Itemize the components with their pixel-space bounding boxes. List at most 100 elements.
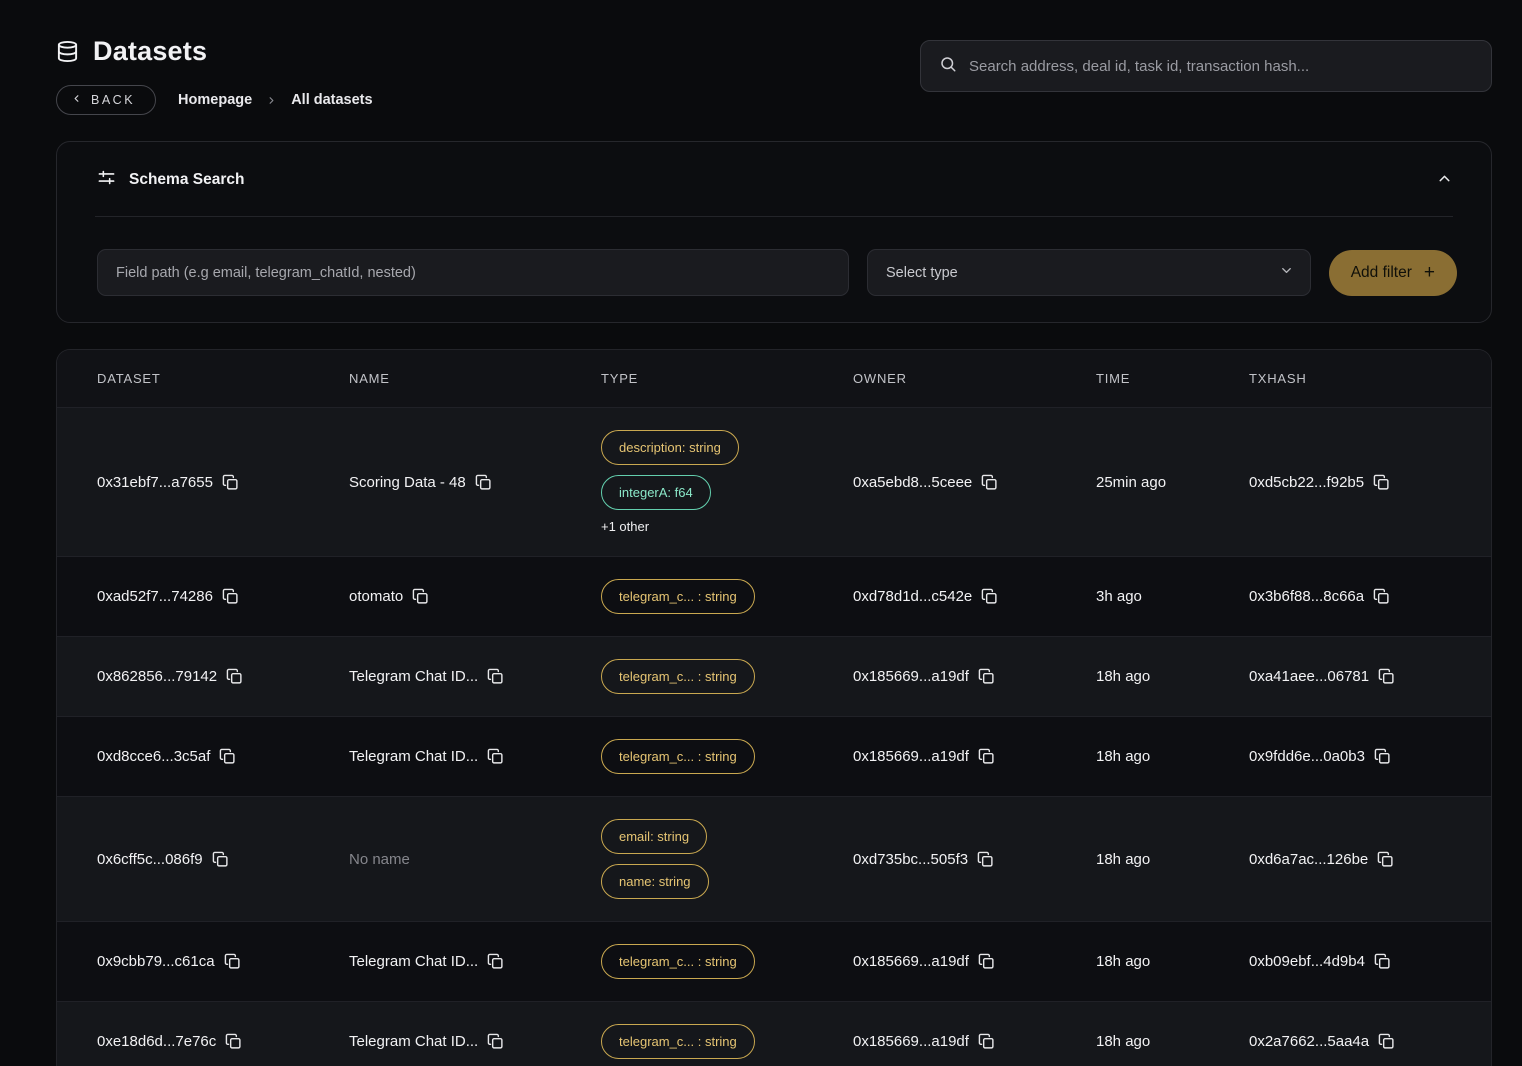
copy-icon (487, 668, 504, 685)
dataset-copy-button[interactable] (225, 1033, 242, 1050)
column-header-name: NAME (349, 350, 601, 407)
copy-icon (1374, 748, 1391, 765)
chevron-up-icon (1436, 170, 1453, 190)
type-select[interactable]: Select type (867, 249, 1311, 296)
dataset-copy-button[interactable] (224, 953, 241, 970)
owner-address: 0x185669...a19df (853, 953, 969, 970)
schema-search-title: Schema Search (129, 171, 244, 189)
copy-icon (487, 748, 504, 765)
breadcrumb: Homepage All datasets (178, 92, 373, 108)
copy-icon (981, 474, 998, 491)
name-copy-button[interactable] (487, 1033, 504, 1050)
type-badges: description: stringintegerA: f64+1 other (601, 430, 739, 534)
copy-icon (224, 953, 241, 970)
type-select-value: Select type (886, 265, 958, 281)
table-body: 0x31ebf7...a7655 Scoring Data - 48 descr… (57, 407, 1491, 1066)
dataset-copy-button[interactable] (226, 668, 243, 685)
type-badges: email: stringname: string (601, 819, 709, 899)
copy-icon (1373, 474, 1390, 491)
type-badges: telegram_c... : string (601, 944, 755, 979)
search-input[interactable] (969, 58, 1473, 75)
txhash-copy-button[interactable] (1378, 668, 1395, 685)
table-row[interactable]: 0xd8cce6...3c5af Telegram Chat ID... tel… (57, 716, 1491, 796)
time-value: 18h ago (1096, 851, 1150, 868)
owner-copy-button[interactable] (978, 953, 995, 970)
table-header-row: DATASET NAME TYPE OWNER TIME TXHASH (57, 350, 1491, 407)
breadcrumb-item-all-datasets[interactable]: All datasets (291, 92, 372, 108)
table-row[interactable]: 0x6cff5c...086f9 No name email: stringna… (57, 796, 1491, 921)
name-copy-button[interactable] (475, 474, 492, 491)
database-icon (56, 40, 79, 63)
txhash-copy-button[interactable] (1374, 748, 1391, 765)
dataset-name: Telegram Chat ID... (349, 1033, 478, 1050)
global-search[interactable] (920, 40, 1492, 92)
type-badges: telegram_c... : string (601, 579, 755, 614)
copy-icon (978, 668, 995, 685)
copy-icon (978, 1033, 995, 1050)
txhash-copy-button[interactable] (1378, 1033, 1395, 1050)
copy-icon (1377, 851, 1394, 868)
breadcrumb-item-homepage[interactable]: Homepage (178, 92, 252, 108)
name-copy-button[interactable] (487, 748, 504, 765)
dataset-copy-button[interactable] (222, 588, 239, 605)
name-copy-button[interactable] (412, 588, 429, 605)
dataset-name: Scoring Data - 48 (349, 474, 466, 491)
owner-copy-button[interactable] (978, 668, 995, 685)
name-copy-button[interactable] (487, 668, 504, 685)
owner-copy-button[interactable] (978, 748, 995, 765)
dataset-address: 0x862856...79142 (97, 668, 217, 685)
txhash-value: 0x2a7662...5aa4a (1249, 1033, 1369, 1050)
txhash-copy-button[interactable] (1373, 474, 1390, 491)
dataset-address: 0x31ebf7...a7655 (97, 474, 213, 491)
owner-address: 0xd78d1d...c542e (853, 588, 972, 605)
copy-icon (977, 851, 994, 868)
dataset-address: 0xad52f7...74286 (97, 588, 213, 605)
copy-icon (226, 668, 243, 685)
dataset-copy-button[interactable] (222, 474, 239, 491)
copy-icon (222, 474, 239, 491)
collapse-panel-button[interactable] (1432, 166, 1457, 194)
owner-copy-button[interactable] (978, 1033, 995, 1050)
copy-icon (212, 851, 229, 868)
table-row[interactable]: 0x9cbb79...c61ca Telegram Chat ID... tel… (57, 921, 1491, 1001)
dataset-address: 0x6cff5c...086f9 (97, 851, 203, 868)
more-types-label: +1 other (601, 519, 649, 534)
txhash-value: 0x3b6f88...8c66a (1249, 588, 1364, 605)
back-button[interactable]: BACK (56, 85, 156, 115)
time-value: 18h ago (1096, 1033, 1150, 1050)
type-badges: telegram_c... : string (601, 1024, 755, 1059)
dataset-name: No name (349, 851, 410, 868)
dataset-name: Telegram Chat ID... (349, 953, 478, 970)
txhash-value: 0xd6a7ac...126be (1249, 851, 1368, 868)
txhash-copy-button[interactable] (1373, 588, 1390, 605)
dataset-name: Telegram Chat ID... (349, 748, 478, 765)
dataset-copy-button[interactable] (219, 748, 236, 765)
dataset-address: 0xd8cce6...3c5af (97, 748, 210, 765)
txhash-copy-button[interactable] (1374, 953, 1391, 970)
owner-copy-button[interactable] (977, 851, 994, 868)
type-badge: telegram_c... : string (601, 1024, 755, 1059)
table-row[interactable]: 0x31ebf7...a7655 Scoring Data - 48 descr… (57, 407, 1491, 556)
add-filter-button[interactable]: Add filter + (1329, 250, 1457, 296)
owner-copy-button[interactable] (981, 474, 998, 491)
column-header-time: TIME (1096, 350, 1249, 407)
copy-icon (219, 748, 236, 765)
dataset-copy-button[interactable] (212, 851, 229, 868)
txhash-value: 0xa41aee...06781 (1249, 668, 1369, 685)
schema-search-panel: Schema Search Select type Add filter + (56, 141, 1492, 323)
back-label: BACK (91, 93, 135, 107)
copy-icon (1373, 588, 1390, 605)
time-value: 25min ago (1096, 474, 1166, 491)
chevron-down-icon (1279, 263, 1294, 282)
field-path-input[interactable] (97, 249, 849, 296)
copy-icon (981, 588, 998, 605)
dataset-name: Telegram Chat ID... (349, 668, 478, 685)
owner-copy-button[interactable] (981, 588, 998, 605)
table-row[interactable]: 0x862856...79142 Telegram Chat ID... tel… (57, 636, 1491, 716)
copy-icon (1378, 1033, 1395, 1050)
table-row[interactable]: 0xe18d6d...7e76c Telegram Chat ID... tel… (57, 1001, 1491, 1066)
table-row[interactable]: 0xad52f7...74286 otomato telegram_c... :… (57, 556, 1491, 636)
name-copy-button[interactable] (487, 953, 504, 970)
txhash-copy-button[interactable] (1377, 851, 1394, 868)
copy-icon (978, 953, 995, 970)
